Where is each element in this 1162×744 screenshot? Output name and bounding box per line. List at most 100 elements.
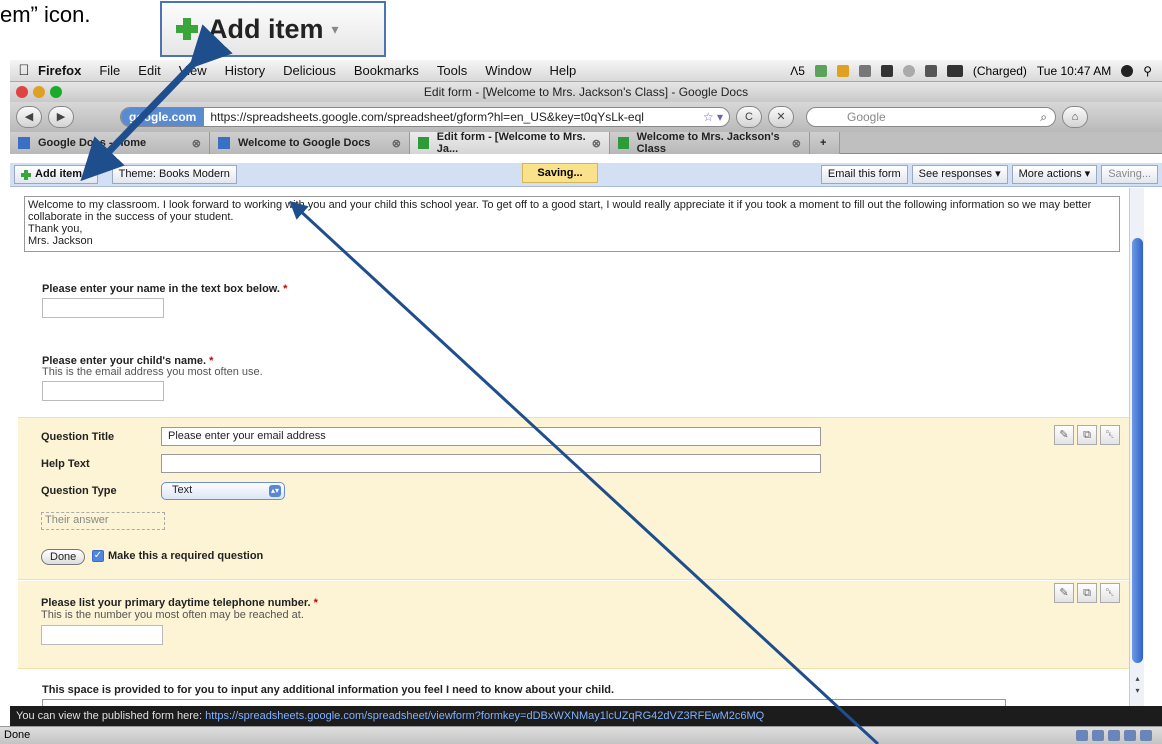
menu-delicious[interactable]: Delicious	[283, 63, 336, 78]
menu-view[interactable]: View	[179, 63, 207, 78]
help-text-input[interactable]	[161, 454, 821, 473]
zoom-window-icon[interactable]	[50, 86, 62, 98]
menu-window[interactable]: Window	[485, 63, 531, 78]
lock-icon[interactable]	[1076, 730, 1088, 741]
spotlight-icon[interactable]: ⚲	[1143, 64, 1152, 78]
url-text[interactable]: https://spreadsheets.google.com/spreadsh…	[204, 110, 644, 124]
forward-button[interactable]: ▶	[48, 106, 74, 128]
menu-history[interactable]: History	[225, 63, 265, 78]
addon-icon[interactable]	[1140, 730, 1152, 741]
child-name-answer-input[interactable]	[42, 381, 164, 401]
addon-icon[interactable]	[1108, 730, 1120, 741]
battery-status: (Charged)	[972, 63, 1027, 78]
tutorial-caption: em” icon.	[0, 2, 91, 27]
phone-answer-input[interactable]	[41, 625, 163, 645]
window-controls	[16, 86, 62, 98]
search-icon[interactable]: ⌕	[1040, 108, 1047, 126]
menu-edit[interactable]: Edit	[138, 63, 160, 78]
tab-close-icon[interactable]: ⊗	[192, 137, 201, 150]
mac-menu-bar:  Firefox File Edit View History Delicio…	[10, 60, 1162, 82]
add-item-button[interactable]: Add item ▾	[14, 165, 98, 184]
form-toolbar: Add item ▾ Theme: Books Modern Saving...…	[10, 163, 1162, 187]
question-title-text: Please list your primary daytime telepho…	[41, 597, 311, 609]
tab-google-docs-home[interactable]: Google Docs - Home ⊗	[10, 132, 210, 154]
sync-icon[interactable]	[836, 64, 849, 77]
edit-pencil-icon[interactable]: ✎	[1054, 583, 1074, 603]
plus-icon	[21, 169, 31, 180]
required-checkbox-label[interactable]: Make this a required question	[108, 550, 263, 562]
new-tab-button[interactable]: +	[810, 132, 840, 154]
search-placeholder: Google	[847, 110, 886, 124]
form-description[interactable]: Welcome to my classroom. I look forward …	[24, 196, 1120, 252]
menu-clock[interactable]: Tue 10:47 AM	[1037, 64, 1111, 78]
display-icon[interactable]	[880, 64, 893, 77]
trash-icon[interactable]: ␡	[1100, 583, 1120, 603]
bookmark-star-icon[interactable]: ☆ ▾	[703, 110, 729, 124]
chevron-down-icon: ▾	[85, 168, 91, 180]
answer-preview: Their answer	[41, 512, 165, 530]
trash-icon[interactable]: ␡	[1100, 425, 1120, 445]
question-title-text: Please enter your name in the text box b…	[42, 283, 280, 295]
add-item-label: Add item	[35, 168, 83, 180]
published-form-link[interactable]: https://spreadsheets.google.com/spreadsh…	[205, 710, 764, 722]
url-bar[interactable]: google.com https://spreadsheets.google.c…	[120, 107, 730, 127]
scroll-down-arrow-icon[interactable]: ▾	[1132, 686, 1143, 697]
tab-welcome-google-docs[interactable]: Welcome to Google Docs ⊗	[210, 132, 410, 154]
scrollbar-thumb[interactable]	[1132, 238, 1143, 663]
site-identity-badge[interactable]: google.com	[121, 108, 205, 126]
description-line: Thank you,	[28, 223, 83, 235]
more-actions-button[interactable]: More actions ▾	[1011, 165, 1098, 184]
home-button[interactable]: ⌂	[1062, 106, 1088, 128]
vertical-scrollbar[interactable]: ▴ ▾	[1129, 188, 1144, 706]
back-button[interactable]: ◀	[16, 106, 42, 128]
question-title-label: Question Title	[41, 431, 115, 443]
tab-label: Welcome to Google Docs	[238, 137, 371, 149]
addon-icon[interactable]	[1124, 730, 1136, 741]
search-input[interactable]: Google ⌕	[806, 107, 1056, 127]
addon-icon[interactable]	[1092, 730, 1104, 741]
status-extra-text: Λ5	[790, 63, 805, 78]
reload-button[interactable]: C	[736, 106, 762, 128]
duplicate-icon[interactable]: ⧉	[1077, 583, 1097, 603]
menu-file[interactable]: File	[99, 63, 120, 78]
volume-icon[interactable]	[902, 64, 915, 77]
add-item-callout: Add item ▾	[160, 1, 386, 57]
minimize-window-icon[interactable]	[33, 86, 45, 98]
user-icon[interactable]	[1121, 64, 1134, 77]
save-button[interactable]: Saving...	[1101, 165, 1158, 184]
menu-help[interactable]: Help	[550, 63, 577, 78]
see-responses-button[interactable]: See responses ▾	[911, 165, 1008, 184]
add-item-callout-label: Add item	[208, 13, 324, 44]
email-form-button[interactable]: Email this form	[820, 165, 908, 184]
extension-icon[interactable]	[814, 64, 827, 77]
tab-close-icon[interactable]: ⊗	[792, 137, 801, 150]
question-title-input[interactable]: Please enter your email address	[161, 427, 821, 446]
additional-info-textarea[interactable]	[42, 699, 1006, 706]
tab-close-icon[interactable]: ⊗	[392, 137, 401, 150]
apple-icon[interactable]: 	[10, 62, 38, 79]
scroll-up-arrow-icon[interactable]: ▴	[1132, 674, 1143, 685]
stop-button[interactable]: ✕	[768, 106, 794, 128]
tab-label: Edit form - [Welcome to Mrs. Ja...	[436, 131, 586, 155]
wifi-icon[interactable]	[924, 64, 937, 77]
close-window-icon[interactable]	[16, 86, 28, 98]
name-answer-input[interactable]	[42, 298, 164, 318]
battery-icon[interactable]	[946, 64, 963, 77]
tab-edit-form[interactable]: Edit form - [Welcome to Mrs. Ja... ⊗	[410, 131, 610, 155]
menu-tools[interactable]: Tools	[437, 63, 467, 78]
question-tools: ✎ ⧉ ␡	[1054, 583, 1120, 603]
menu-bookmarks[interactable]: Bookmarks	[354, 63, 419, 78]
tab-close-icon[interactable]: ⊗	[592, 137, 601, 150]
question-type-select[interactable]: Text ▴▾	[161, 482, 285, 500]
edit-pencil-icon[interactable]: ✎	[1054, 425, 1074, 445]
timemachine-icon[interactable]	[858, 64, 871, 77]
duplicate-icon[interactable]: ⧉	[1077, 425, 1097, 445]
required-checkbox[interactable]: ✓	[92, 550, 104, 562]
question-title: Please enter your name in the text box b…	[42, 283, 287, 295]
menu-app-firefox[interactable]: Firefox	[38, 63, 81, 78]
theme-button[interactable]: Theme: Books Modern	[111, 165, 237, 184]
question-title: This space is provided to for you to inp…	[42, 684, 615, 696]
done-button[interactable]: Done	[41, 549, 86, 565]
tab-welcome-class[interactable]: Welcome to Mrs. Jackson's Class ⊗	[610, 131, 810, 155]
favicon-icon	[218, 137, 230, 149]
